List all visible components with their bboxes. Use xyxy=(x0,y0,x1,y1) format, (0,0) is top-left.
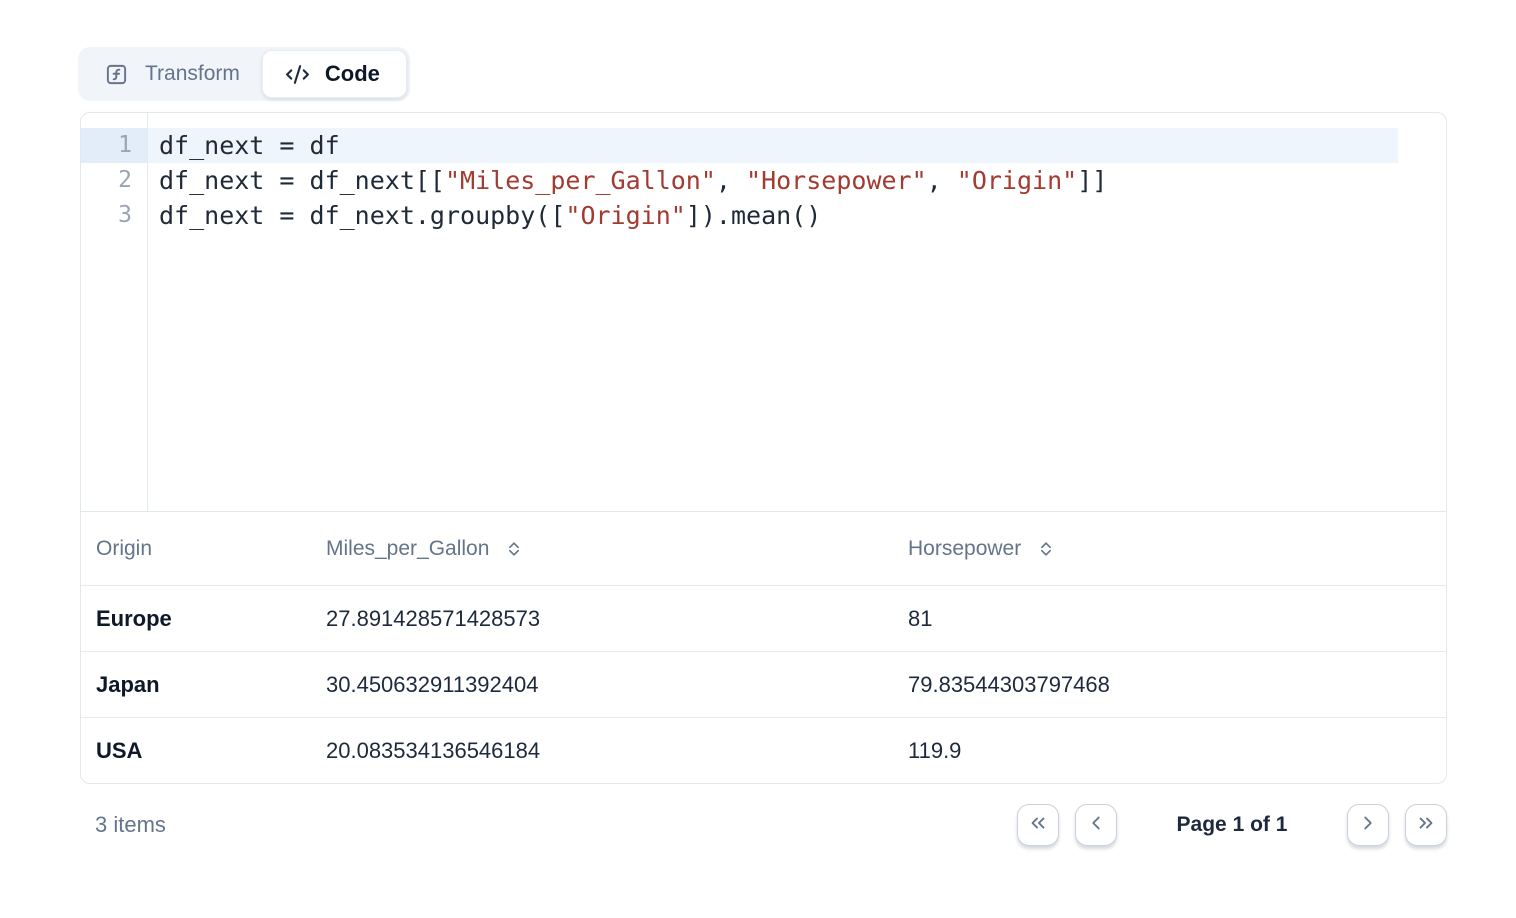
table-row: Japan 30.450632911392404 79.835443037974… xyxy=(81,651,1446,717)
tab-code-label: Code xyxy=(325,61,380,87)
sort-icon[interactable] xyxy=(504,538,524,560)
code-line-content[interactable]: df_next = df_next.groupby(["Origin"]).me… xyxy=(147,198,1446,233)
code-line-content[interactable]: df_next = df_next[["Miles_per_Gallon", "… xyxy=(147,163,1446,198)
tab-transform[interactable]: Transform xyxy=(81,50,262,98)
column-header-miles-per-gallon[interactable]: Miles_per_Gallon xyxy=(326,537,908,561)
cell-miles-per-gallon: 27.891428571428573 xyxy=(326,606,908,632)
cell-origin: Japan xyxy=(81,672,326,698)
last-page-button[interactable] xyxy=(1405,804,1447,846)
code-editor[interactable]: 1 df_next = df 2 df_next = df_next[["Mil… xyxy=(81,113,1446,512)
chevrons-right-icon xyxy=(1415,812,1437,839)
table-footer: 3 items Page 1 of 1 xyxy=(80,789,1447,861)
line-number: 1 xyxy=(81,128,147,163)
cell-miles-per-gallon: 30.450632911392404 xyxy=(326,672,908,698)
table-row: USA 20.083534136546184 119.9 xyxy=(81,717,1446,783)
code-line-3[interactable]: 3 df_next = df_next.groupby(["Origin"]).… xyxy=(81,198,1446,233)
line-number: 3 xyxy=(81,198,147,233)
cell-horsepower: 81 xyxy=(908,606,1446,632)
chevrons-left-icon xyxy=(1027,812,1049,839)
cell-horsepower: 79.83544303797468 xyxy=(908,672,1446,698)
code-icon xyxy=(285,62,310,87)
column-header-origin: Origin xyxy=(81,537,326,561)
code-line-content[interactable]: df_next = df xyxy=(147,128,1446,163)
column-header-horsepower[interactable]: Horsepower xyxy=(908,537,1446,561)
first-page-button[interactable] xyxy=(1017,804,1059,846)
tab-transform-label: Transform xyxy=(145,62,240,86)
cell-origin: USA xyxy=(81,738,326,764)
tab-code[interactable]: Code xyxy=(262,50,407,98)
view-tabbar: Transform Code xyxy=(78,47,410,101)
code-and-results-card: 1 df_next = df 2 df_next = df_next[["Mil… xyxy=(80,112,1447,784)
results-table: Origin Miles_per_Gallon Horsepower Europ… xyxy=(81,512,1446,783)
transform-panel: Transform Code 1 df_next = df 2 df_next … xyxy=(0,0,1516,918)
function-icon xyxy=(105,63,128,86)
chevron-left-icon xyxy=(1085,812,1107,839)
previous-page-button[interactable] xyxy=(1075,804,1117,846)
sort-icon[interactable] xyxy=(1036,538,1056,560)
pagination: Page 1 of 1 xyxy=(1017,804,1447,846)
cell-miles-per-gallon: 20.083534136546184 xyxy=(326,738,908,764)
table-row: Europe 27.891428571428573 81 xyxy=(81,585,1446,651)
table-header-row: Origin Miles_per_Gallon Horsepower xyxy=(81,512,1446,585)
items-count: 3 items xyxy=(80,812,166,838)
cell-origin: Europe xyxy=(81,606,326,632)
next-page-button[interactable] xyxy=(1347,804,1389,846)
page-indicator: Page 1 of 1 xyxy=(1117,813,1347,837)
cell-horsepower: 119.9 xyxy=(908,738,1446,764)
code-line-1[interactable]: 1 df_next = df xyxy=(81,128,1446,163)
line-number: 2 xyxy=(81,163,147,198)
chevron-right-icon xyxy=(1357,812,1379,839)
code-line-2[interactable]: 2 df_next = df_next[["Miles_per_Gallon",… xyxy=(81,163,1446,198)
